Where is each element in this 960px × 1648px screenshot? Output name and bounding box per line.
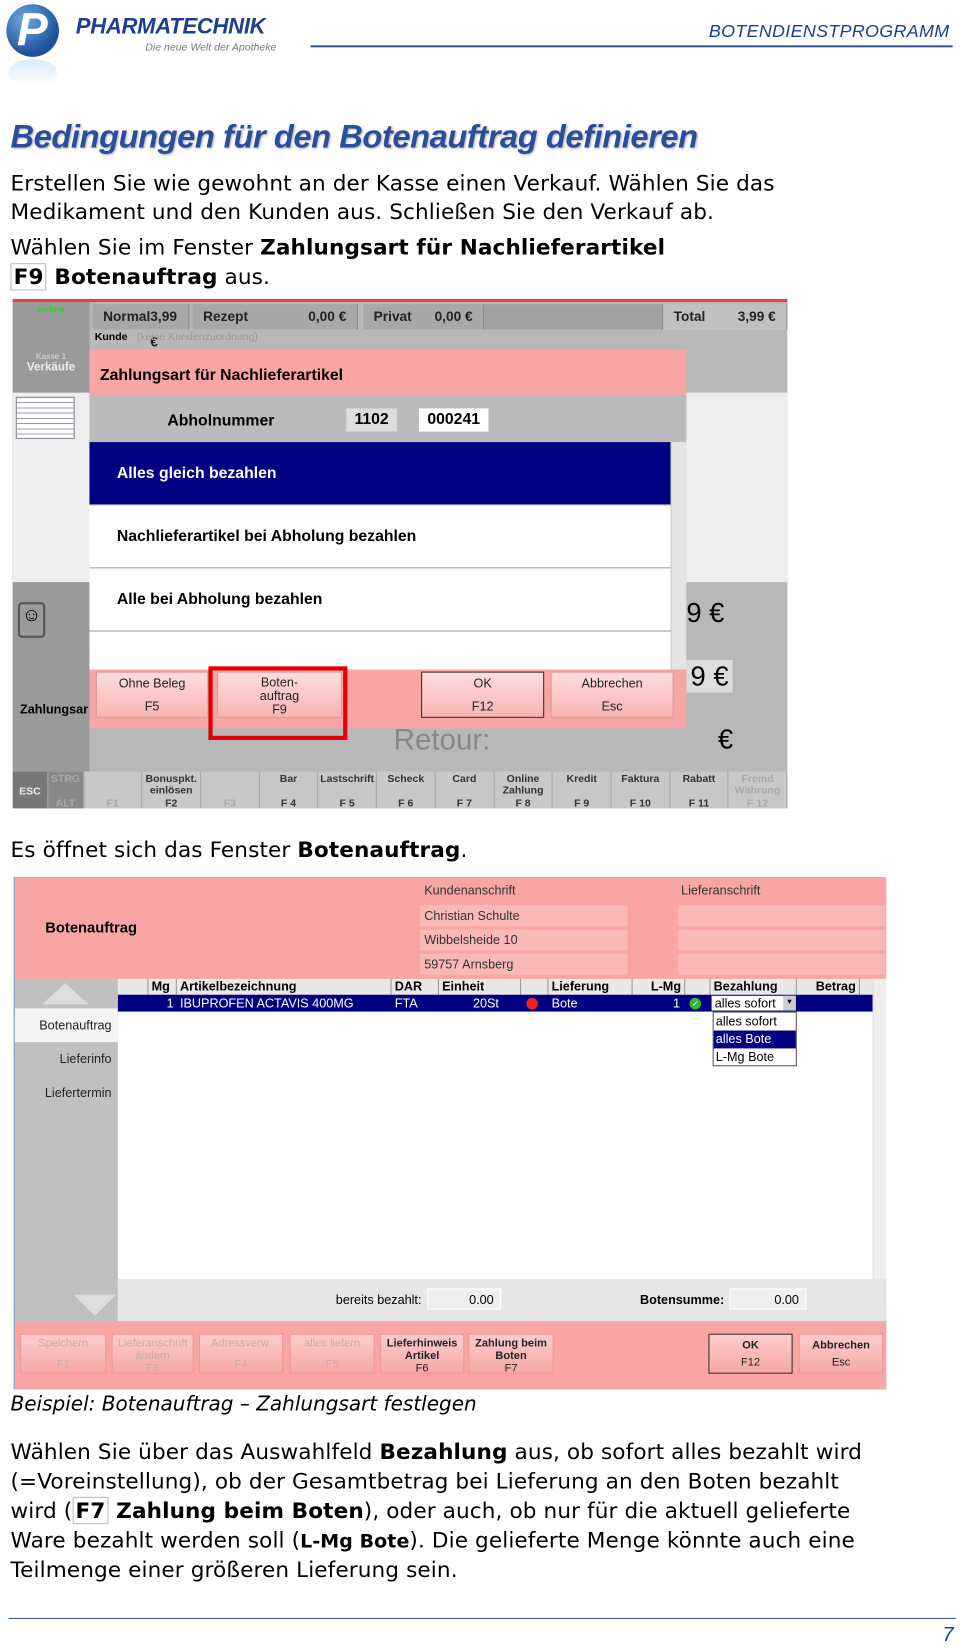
tab-privat[interactable]: Privat 0,00 € [363,304,485,330]
fkey-f10[interactable]: Faktura F 10 [612,771,671,809]
adressverw-button[interactable]: Adressverw. F4 [198,1333,284,1374]
bezahlung-dropdown: alles sofort alles Bote L-Mg Bote [712,1011,797,1067]
no-entry-icon [526,997,538,1010]
side-nav: Botenauftrag Lieferinfo Liefertermin [14,978,118,1322]
button-bar: Speichern F1 Lieferanschrift ändern F3 Adres… [14,1321,887,1390]
fkey-f1[interactable]: F1 [84,771,143,809]
fkey-f6[interactable]: Scheck F 6 [377,771,436,809]
key-f7: F7 [72,1496,109,1525]
check-icon: ✓ [689,997,702,1010]
ok-button[interactable]: OK F12 [708,1333,793,1374]
function-key-bar: ESC STRG ALT F1 Bonuspkt. einlösen F2 F3 Bar F 4… [12,771,788,809]
table-header: Mg Artikelbezeichnung DAR Einheit Liefer… [117,978,873,995]
chevron-down-icon[interactable]: ▼ [783,995,796,1011]
fkey-esc[interactable]: ESC [12,771,49,809]
nav-liefertermin[interactable]: Liefertermin [15,1076,118,1110]
option-alle-bei-abholung[interactable]: Alle bei Abholung bezahlen [89,568,671,632]
intro-line: F9 Botenauftrag aus. [10,263,270,292]
kunden-ort: 59757 Arnsberg [419,953,628,975]
body-line: Teilmenge einer größeren Lieferung sein. [10,1556,458,1583]
option-alles-gleich-bezahlen[interactable]: Alles gleich bezahlen [89,442,671,506]
zahlungsart-dialog: Zahlungsart für Nachlieferartikel Abholn… [89,349,687,729]
table-scrollbar[interactable] [872,978,887,1279]
zahlung-beim-boten-button[interactable]: Zahlung beim Boten F7 [468,1333,554,1375]
abbrechen-button[interactable]: Abbrechen Esc [550,671,674,718]
intro-line: Erstellen Sie wie gewohnt an der Kasse e… [10,170,775,196]
bereits-bezahlt-field: 0.00 [427,1288,502,1310]
fkey-f3[interactable]: F3 [201,771,260,809]
fkey-f9[interactable]: Kredit F 9 [553,771,612,809]
header-divider [310,45,953,48]
logo-reflection [8,58,57,87]
text-line: Es öffnet sich das Fenster Botenauftrag. [10,836,468,863]
total-display: Total 3,99 € [663,304,788,330]
intro-line: Wählen Sie im Fenster Zahlungsart für Na… [10,234,666,260]
intro-line: Medikament und den Kunden aus. Schließen… [10,198,715,225]
lieferhinweis-artikel-button[interactable]: Lieferhinweis Artikel F6 [379,1333,465,1375]
botensumme-field: 0.00 [729,1288,807,1310]
section-title: BOTENDIENSTPROGRAMM [708,21,950,42]
screenshot-zahlungsart-dialog: online Kasse 1 Verkäufe Normal 3,99 € Rez… [12,298,788,809]
tab-verkaeufe[interactable]: Verkäufe [13,361,90,374]
brand-tagline: Die neue Welt der Apotheke [145,42,277,54]
fkey-f2[interactable]: Bonuspkt. einlösen F2 [142,771,202,809]
scroll-up-icon[interactable] [42,983,89,1005]
notepad-icon [15,396,75,439]
footer-divider [8,1617,956,1619]
screenshot-botenauftrag-window: Botenauftrag Kundenanschrift Lieferansch… [13,876,887,1390]
body-line: Wählen Sie über das Auswahlfeld Bezahlun… [10,1438,862,1465]
ok-button[interactable]: OK F12 [421,671,545,718]
pharmatechnik-logo: P [6,4,59,57]
liefer-field [677,953,886,975]
abholnummer-prefix: 1102 [346,408,397,432]
table-row[interactable]: 1 IBUPROFEN ACTAVIS 400MG FTA 20St Bote … [117,994,873,1012]
speichern-button[interactable]: Speichern F1 [19,1333,107,1374]
alles-liefern-button[interactable]: alles liefern F5 [289,1333,375,1374]
body-line: Ware bezahlt werden soll (L-Mg Bote). Di… [10,1527,855,1553]
ohne-beleg-button[interactable]: Ohne Beleg F5 [95,671,209,718]
body-line: wird (F7 Zahlung beim Boten), oder auch,… [10,1496,851,1525]
fkey-f11[interactable]: Rabatt F 11 [670,771,729,809]
fkey-f5[interactable]: Lastschrift F 5 [318,771,377,809]
dialog-title: Zahlungsart für Nachlieferartikel [99,366,344,385]
dropdown-option-alles-bote[interactable]: alles Bote [713,1030,796,1049]
key-f9: F9 [10,263,47,291]
lieferanschrift-aendern-button[interactable]: Lieferanschrift ändern F3 [111,1333,194,1375]
kunden-name: Christian Schulte [419,905,628,927]
nav-botenauftrag[interactable]: Botenauftrag [14,1008,118,1043]
dialog-scrollbar[interactable] [670,442,687,670]
nav-lieferinfo[interactable]: Lieferinfo [15,1042,118,1076]
kunde-label: Kunde (keine Kundenzuordnung) [94,331,258,344]
body-line: (=Voreinstellung), ob der Gesamtbetrag b… [10,1468,839,1494]
botenauftrag-header: Botenauftrag Kundenanschrift Lieferansch… [14,876,887,979]
fkey-f7[interactable]: Card F 7 [436,771,495,809]
page-title: Bedingungen für den Botenauftrag definie… [10,117,699,155]
totals-bar: bereits bezahlt: 0.00 Botensumme: 0.00 [117,1278,887,1322]
fkey-strg-alt[interactable]: STRG ALT [48,771,84,809]
liefer-field [677,905,886,927]
option-nachlieferartikel-bei-abholung[interactable]: Nachlieferartikel bei Abholung bezahlen [89,505,671,569]
dropdown-option-alles-sofort[interactable]: alles sofort [714,1013,796,1031]
abholnummer-value: 000241 [418,408,489,432]
bezahlung-select[interactable]: alles sofort ▼ [711,995,796,1011]
fkey-f12[interactable]: Fremd Währung F 12 [729,771,788,809]
highlight-box [208,666,348,740]
customer-icon: ☺ [17,602,46,638]
page-number: 7 [942,1624,954,1647]
tab-normal[interactable]: Normal 3,99 € [92,304,190,349]
kunden-strasse: Wibbelsheide 10 [419,929,628,951]
tab-rezept[interactable]: Rezept 0,00 € [192,304,358,330]
abbrechen-button[interactable]: Abbrechen Esc [798,1333,884,1374]
liefer-field [677,929,886,951]
brand-name: PHARMATECHNIK [75,14,266,39]
scroll-down-icon[interactable] [73,1294,116,1316]
figure-caption: Beispiel: Botenauftrag – Zahlungsart fes… [10,1392,477,1416]
dropdown-option-lmg-bote[interactable]: L-Mg Bote [714,1048,796,1066]
fkey-f8[interactable]: Online Zahlung F 8 [494,771,553,809]
window-title: Botenauftrag [45,918,137,936]
fkey-f4[interactable]: Bar F 4 [260,771,319,809]
